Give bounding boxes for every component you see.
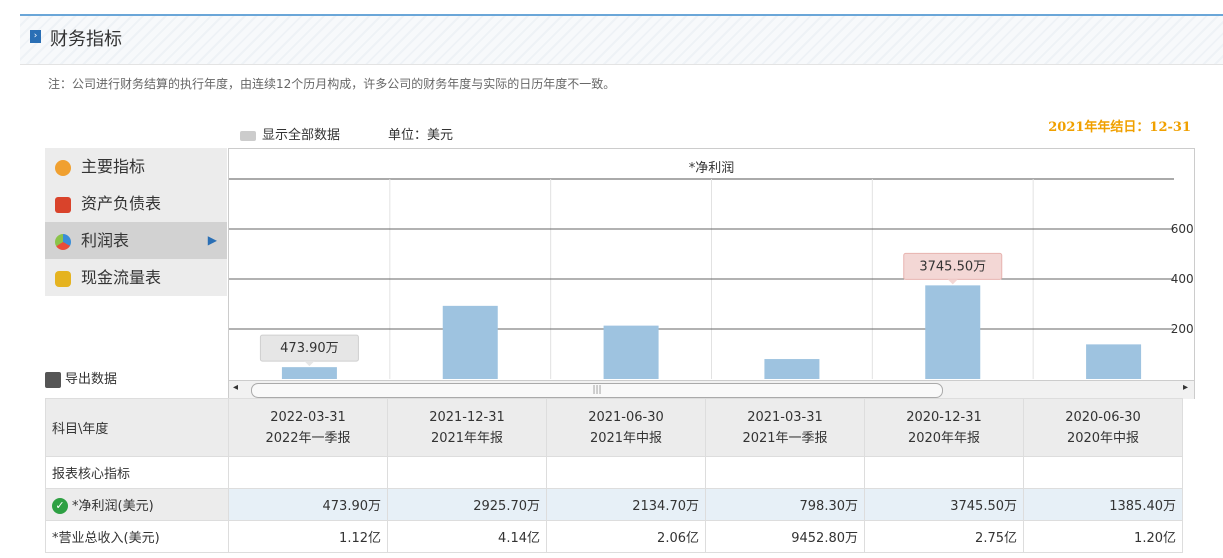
active-arrow-icon: ▶ [207,233,217,247]
section-title: 财务指标 [50,29,122,50]
column-header[interactable]: 2020-12-31 2020年年报 [864,398,1024,457]
corner-cell: 科目\年度 [45,398,229,457]
group-label: 报表核心指标 [45,456,229,489]
data-label: 473.90万 [280,341,339,356]
table-header-row: 科目\年度 2022-03-31 2022年一季报 2021-12-31 2021年… [45,398,1183,457]
section-marker-icon: › [30,30,41,43]
chart-scrollbar[interactable]: ◂ ||| ▸ [229,380,1194,399]
table-cell: 473.90万 [228,488,388,521]
column-label: 2021年一季报 [742,430,828,446]
table-cell: 3745.50万 [864,488,1024,521]
scroll-left-icon[interactable]: ◂ [233,382,238,393]
check-icon: ✓ [52,498,68,515]
table-cell: 798.30万 [705,488,865,521]
column-header[interactable]: 2021-03-31 2021年一季报 [705,398,865,457]
show-all-label: 显示全部数据 [262,128,341,143]
bar [603,325,659,379]
table-group-row: 报表核心指标 [45,456,1183,489]
row-label: *营业总收入(美元) [45,520,229,553]
table-cell: 1.20亿 [1023,520,1183,553]
sidebar-item-label: 资产负债表 [81,194,162,213]
table-cell: 2134.70万 [546,488,706,521]
financial-table: 科目\年度 2022-03-31 2022年一季报 2021-12-31 2021年… [45,398,1183,553]
sidebar-item-label: 利润表 [81,231,130,250]
column-date: 2020-06-30 [1065,409,1141,425]
column-date: 2021-12-31 [429,409,505,425]
column-header[interactable]: 2020-06-30 2020年中报 [1023,398,1183,457]
section-header: › 财务指标 [20,16,1223,65]
sidebar-item-balance-sheet[interactable]: 资产负债表 [45,185,227,222]
scroll-right-icon[interactable]: ▸ [1183,382,1188,393]
column-label: 2021年年报 [430,430,504,446]
table-row[interactable]: ✓ *净利润(美元) 473.90万 2925.70万 2134.70万 798.… [45,488,1183,521]
chart-plot: 2000 4000 6000 473.90万 3745.50万 [229,178,1194,379]
y-tick-label: 6000 [1171,222,1194,236]
export-label: 导出数据 [65,372,118,387]
data-label: 3745.50万 [919,259,986,274]
table-cell: 2.06亿 [546,520,706,553]
document-icon [55,196,71,213]
column-date: 2021-03-31 [747,409,823,425]
tooltip-pointer [304,361,315,367]
table-cell: 2.75亿 [864,520,1024,553]
table-row[interactable]: *营业总收入(美元) 1.12亿 4.14亿 2.06亿 9452.80万 2.… [45,520,1183,553]
column-header[interactable]: 2021-12-31 2021年年报 [387,398,547,457]
column-date: 2022-03-31 [270,409,346,425]
sidebar-item-income-statement[interactable]: 利润表 ▶ [45,222,227,259]
table-cell: 2925.70万 [387,488,547,521]
y-tick-label: 4000 [1171,272,1194,286]
table-cell: 1.12亿 [228,520,388,553]
sidebar-item-label: 现金流量表 [81,268,162,287]
bar [764,359,820,379]
coins-icon [55,270,71,287]
grip-icon: ||| [592,385,602,395]
net-profit-chart: *净利润 200040006000473.90万3745.50万 ◂ ||| ▸ [228,148,1195,399]
column-date: 2021-06-30 [588,409,664,425]
row-label: ✓ *净利润(美元) [45,488,229,521]
tooltip-pointer [947,279,958,285]
bar [1086,344,1142,379]
scrollbar-thumb[interactable]: ||| [251,383,943,398]
column-label: 2020年中报 [1066,430,1140,446]
table-cell: 4.14亿 [387,520,547,553]
sidebar-item-cash-flow[interactable]: 现金流量表 [45,259,227,296]
comment-icon [240,130,256,141]
statement-sidebar: 主要指标 资产负债表 利润表 ▶ 现金流量表 [45,148,227,296]
unit-label: 单位：美元 [388,128,454,143]
y-tick-label: 2000 [1171,322,1194,336]
export-data-button[interactable]: 导出数据 [45,368,117,388]
sidebar-item-main-indicators[interactable]: 主要指标 [45,148,227,185]
year-end-label: 2021年年结日：12-31 [1048,120,1191,135]
sidebar-item-label: 主要指标 [81,157,146,176]
row-name: *净利润(美元) [72,498,154,514]
column-label: 2021年中报 [589,430,663,446]
show-all-data-toggle[interactable]: 显示全部数据 [240,124,340,143]
bar [281,367,337,379]
bar [925,285,981,379]
column-date: 2020-12-31 [906,409,982,425]
pie-chart-icon [55,233,71,250]
column-label: 2020年年报 [907,430,981,446]
table-cell: 9452.80万 [705,520,865,553]
fiscal-year-note: 注：公司进行财务结算的执行年度，由连续12个历月构成，许多公司的财务年度与实际的… [48,77,616,91]
table-cell: 1385.40万 [1023,488,1183,521]
column-header[interactable]: 2021-06-30 2021年中报 [546,398,706,457]
column-header[interactable]: 2022-03-31 2022年一季报 [228,398,388,457]
export-icon [45,371,61,388]
bar [442,305,498,379]
column-label: 2022年一季报 [265,430,351,446]
gear-flower-icon [55,159,71,176]
